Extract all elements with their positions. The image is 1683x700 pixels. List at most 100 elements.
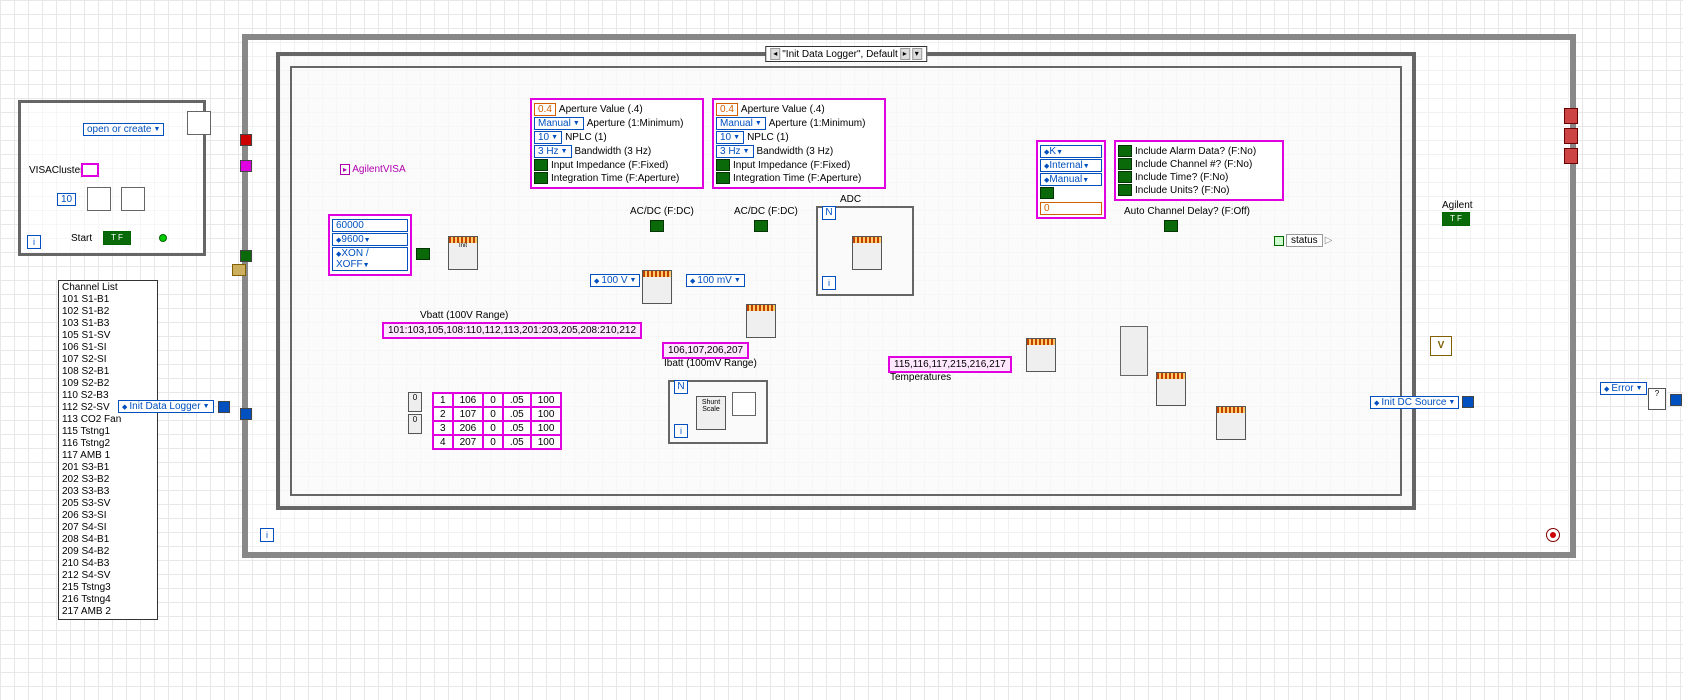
tunnel-start: [240, 250, 252, 262]
agilent-visa-wrap: ▸ AgilentVISA: [340, 164, 406, 175]
serial-flow[interactable]: ◆XON / XOFF▼: [332, 247, 408, 271]
vi-conf-voltage2[interactable]: [746, 304, 776, 338]
shunt-cell[interactable]: .05: [503, 407, 531, 421]
init-dl-ring[interactable]: ◆Init Data Logger▼: [118, 400, 214, 413]
serial-bool: [416, 248, 430, 260]
shunt-cell[interactable]: 2: [433, 407, 453, 421]
shunt-cell[interactable]: 100: [531, 393, 562, 407]
channel-item: 208 S4-B1: [62, 534, 154, 546]
temp-bool: [1040, 187, 1054, 199]
error-ring[interactable]: ◆Error▼: [1600, 382, 1647, 395]
channel-item: 203 S3-B3: [62, 486, 154, 498]
vi-initialize[interactable]: Init: [448, 236, 478, 270]
range-100v[interactable]: ◆100 V▼: [590, 274, 640, 287]
case-selector[interactable]: ◂ "Init Data Logger", Default ▸ ▾: [765, 46, 927, 62]
shunt-cell[interactable]: 0: [483, 393, 503, 407]
shunt-cell[interactable]: 100: [531, 421, 562, 435]
open-mode-ring[interactable]: open or create▼: [83, 123, 164, 136]
serial-timeout[interactable]: 60000: [332, 219, 408, 232]
fmt-units-bool: [1118, 184, 1132, 196]
shunt-cell[interactable]: .05: [503, 421, 531, 435]
temp-ref[interactable]: ◆Internal▼: [1040, 159, 1102, 172]
init-dc-wrap: ◆Init DC Source▼: [1370, 396, 1459, 409]
cfg2-ap-val[interactable]: 0.4: [716, 103, 738, 116]
cfg2-ap-mode[interactable]: Manual▼: [716, 117, 766, 130]
init-cluster-frame: open or create▼ VISACluster 10 Start T F…: [18, 100, 206, 256]
const-10: 10: [57, 193, 76, 206]
vbatt-string[interactable]: 101:103,105,108:110,112,113,201:203,205,…: [382, 322, 642, 339]
serial-baud[interactable]: ◆9600▼: [332, 233, 408, 246]
case-next[interactable]: ▸: [900, 48, 910, 60]
shunt-cell[interactable]: 100: [531, 435, 562, 449]
start-bool[interactable]: T F: [103, 231, 131, 245]
shunt-scale-vi[interactable]: Shunt Scale: [696, 396, 726, 430]
visa-cluster-terminal: [81, 163, 99, 177]
channel-item: 109 S2-B2: [62, 378, 154, 390]
range-100mv[interactable]: ◆100 mV▼: [686, 274, 745, 287]
temp-string[interactable]: 115,116,117,215,216,217: [888, 356, 1012, 373]
cfg2-nplc[interactable]: 10▼: [716, 131, 744, 144]
shunt-cell[interactable]: 100: [531, 407, 562, 421]
case-label: "Init Data Logger", Default: [782, 49, 898, 60]
temp-cfg-cluster: ◆K▼ ◆Internal▼ ◆Manual▼ 0: [1036, 140, 1106, 219]
cfg1-nplc[interactable]: 10▼: [534, 131, 562, 144]
vi-adc[interactable]: [852, 236, 882, 270]
temp-zero[interactable]: 0: [1040, 202, 1102, 215]
acdc1-label: AC/DC (F:DC): [630, 206, 694, 217]
vbatt-label: Vbatt (100V Range): [420, 310, 508, 321]
shunt-cell[interactable]: 207: [453, 435, 484, 449]
vi-conf-voltage1[interactable]: [642, 270, 672, 304]
shunt-table[interactable]: 11060.0510021070.0510032060.0510042070.0…: [432, 392, 562, 450]
init-dc-ring[interactable]: ◆Init DC Source▼: [1370, 396, 1459, 409]
cfg1-bw[interactable]: 3 Hz▼: [534, 145, 572, 158]
agilent-out-label: Agilent: [1442, 200, 1473, 211]
status-term: [1274, 236, 1284, 246]
channel-item: 212 S4-SV: [62, 570, 154, 582]
shunt-for-loop: N Shunt Scale i: [668, 380, 768, 444]
shunt-cell[interactable]: .05: [503, 393, 531, 407]
select-node: ?: [1648, 388, 1666, 410]
shunt-cell[interactable]: 4: [433, 435, 453, 449]
case-prev[interactable]: ◂: [770, 48, 780, 60]
shunt-idx1[interactable]: 0: [408, 414, 422, 434]
vi-close[interactable]: [1216, 406, 1246, 440]
iter-i-left: i: [27, 235, 41, 249]
shunt-cell[interactable]: 0: [483, 407, 503, 421]
init-dc-tunnel: [1462, 396, 1474, 408]
shunt-cell[interactable]: 206: [453, 421, 484, 435]
channel-list-header: Channel List: [62, 282, 154, 294]
temp-type[interactable]: ◆K▼: [1040, 145, 1102, 158]
channel-item: 115 Tstng1: [62, 426, 154, 438]
tunnel-visa: [240, 160, 252, 172]
file-open-icon: [187, 111, 211, 135]
cfg2-bw[interactable]: 3 Hz▼: [716, 145, 754, 158]
channel-item: 103 S1-B3: [62, 318, 154, 330]
shunt-cell[interactable]: 0: [483, 421, 503, 435]
shunt-cell[interactable]: .05: [503, 435, 531, 449]
shunt-idx0[interactable]: 0: [408, 392, 422, 412]
shunt-cell[interactable]: 106: [453, 393, 484, 407]
channel-item: 101 S1-B1: [62, 294, 154, 306]
ibatt-string[interactable]: 106,107,206,207: [662, 342, 749, 359]
error-wrap: ◆Error▼: [1600, 382, 1647, 395]
agilent-visa-label: AgilentVISA: [352, 164, 405, 175]
temp-mode[interactable]: ◆Manual▼: [1040, 173, 1102, 186]
outer-stop[interactable]: [1546, 528, 1560, 542]
vi-temp[interactable]: [1026, 338, 1056, 372]
adc-N: N: [822, 206, 836, 220]
cfg1-int-bool: [534, 172, 548, 184]
cfg1-ap-val[interactable]: 0.4: [534, 103, 556, 116]
shunt-cell[interactable]: 1: [433, 393, 453, 407]
fmt-time-bool: [1118, 171, 1132, 183]
shunt-cell[interactable]: 107: [453, 407, 484, 421]
case-menu[interactable]: ▾: [912, 48, 922, 60]
bundle-node: [1120, 326, 1148, 376]
cfg1-ap-mode[interactable]: Manual▼: [534, 117, 584, 130]
channel-item: 206 S3-SI: [62, 510, 154, 522]
instrument-icon: [121, 187, 145, 211]
vi-format[interactable]: [1156, 372, 1186, 406]
shunt-cell[interactable]: 3: [433, 421, 453, 435]
channel-item: 106 S1-SI: [62, 342, 154, 354]
outer-error-in: [232, 264, 246, 276]
shunt-cell[interactable]: 0: [483, 435, 503, 449]
